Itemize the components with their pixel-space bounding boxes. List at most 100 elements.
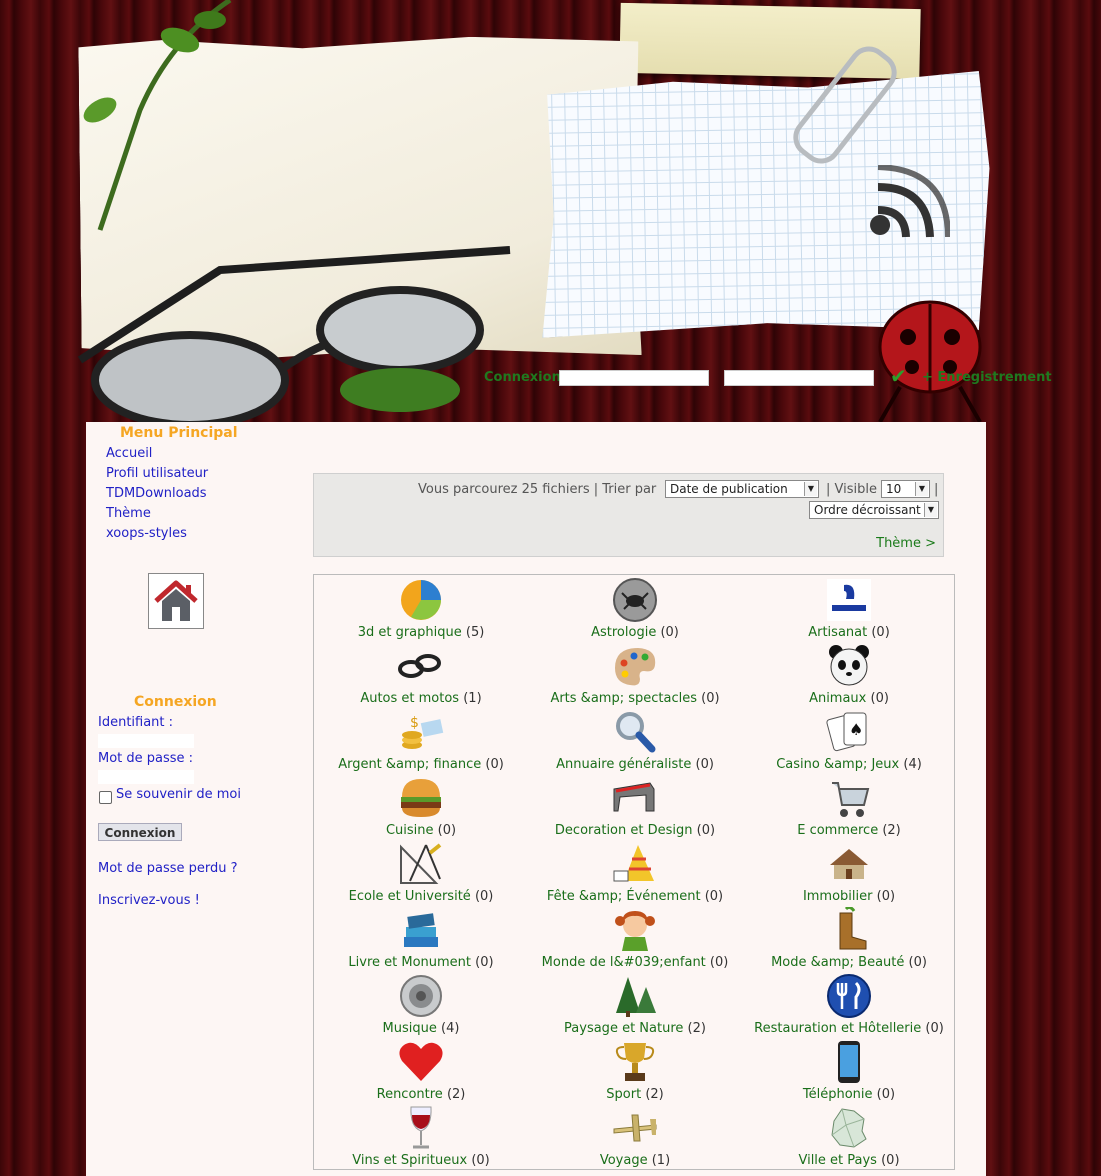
category-label[interactable]: Fête &amp; Événement (0) (528, 889, 742, 904)
category-label[interactable]: 3d et graphique (5) (314, 625, 528, 640)
category-label[interactable]: Vins et Spiritueux (0) (314, 1153, 528, 1168)
category-item[interactable]: 3d et graphique (5) (314, 575, 528, 641)
category-name: Annuaire généraliste (556, 757, 692, 772)
main-menu: Accueil Profil utilisateur TDMDownloads … (106, 444, 208, 544)
header-username-input[interactable] (559, 370, 709, 386)
category-label[interactable]: Voyage (1) (528, 1153, 742, 1168)
category-name: Mode &amp; Beauté (771, 955, 905, 970)
category-label[interactable]: Musique (4) (314, 1021, 528, 1036)
remember-me-checkbox[interactable] (99, 791, 112, 804)
category-item[interactable]: Paysage et Nature (2) (528, 971, 742, 1037)
map-icon (831, 1108, 867, 1148)
category-item[interactable]: Téléphonie (0) (742, 1037, 956, 1103)
category-item[interactable]: E commerce (2) (742, 773, 956, 839)
drawing-tools-icon (400, 843, 442, 884)
order-select[interactable]: Ordre décroissant ▼ (809, 501, 939, 519)
category-item[interactable]: Cuisine (0) (314, 773, 528, 839)
category-label[interactable]: Livre et Monument (0) (314, 955, 528, 970)
category-count: (0) (870, 691, 889, 706)
category-label[interactable]: Immobilier (0) (742, 889, 956, 904)
category-name: Argent &amp; finance (338, 757, 482, 772)
category-label[interactable]: Casino &amp; Jeux (4) (742, 757, 956, 772)
category-label[interactable]: E commerce (2) (742, 823, 956, 838)
category-label[interactable]: Annuaire généraliste (0) (528, 757, 742, 772)
visible-count-select[interactable]: 10 ▼ (881, 480, 930, 498)
category-label[interactable]: Autos et motos (1) (314, 691, 528, 706)
category-item[interactable]: Rencontre (2) (314, 1037, 528, 1103)
category-label[interactable]: Paysage et Nature (2) (528, 1021, 742, 1036)
category-name: Artisanat (808, 625, 868, 640)
category-item[interactable]: Sport (2) (528, 1037, 742, 1103)
category-label[interactable]: Artisanat (0) (742, 625, 956, 640)
category-label[interactable]: Animaux (0) (742, 691, 956, 706)
category-label[interactable]: Sport (2) (528, 1087, 742, 1102)
checkmark-icon[interactable]: ✔ (890, 364, 907, 388)
category-item[interactable]: Astrologie (0) (528, 575, 742, 641)
category-item[interactable]: Vins et Spiritueux (0) (314, 1103, 528, 1169)
password-input[interactable] (98, 770, 194, 784)
header-register-link[interactable]: + Enregistrement (922, 370, 1052, 385)
category-label[interactable]: Téléphonie (0) (742, 1087, 956, 1102)
palette-icon (615, 648, 656, 686)
category-label[interactable]: Astrologie (0) (528, 625, 742, 640)
category-label[interactable]: Ville et Pays (0) (742, 1153, 956, 1168)
menu-link[interactable]: TDMDownloads (106, 486, 207, 501)
category-label[interactable]: Decoration et Design (0) (528, 823, 742, 838)
menu-item-theme[interactable]: Thème (106, 504, 208, 524)
category-item[interactable]: Ecole et Université (0) (314, 839, 528, 905)
login-submit-button[interactable]: Connexion (98, 823, 182, 841)
artisan-logo-icon (827, 579, 871, 621)
category-item[interactable]: ♠ Casino &amp; Jeux (4) (742, 707, 956, 773)
theme-breadcrumb-link[interactable]: Thème > (876, 536, 936, 551)
home-button[interactable] (148, 573, 204, 629)
menu-item-profil[interactable]: Profil utilisateur (106, 464, 208, 484)
category-label[interactable]: Restauration et Hôtellerie (0) (742, 1021, 956, 1036)
menu-item-tdmdownloads[interactable]: TDMDownloads (106, 484, 208, 504)
sort-by-select[interactable]: Date de publication ▼ (665, 480, 819, 498)
category-item[interactable]: Immobilier (0) (742, 839, 956, 905)
menu-link[interactable]: xoops-styles (106, 526, 187, 541)
header-password-input[interactable] (724, 370, 874, 386)
menu-link[interactable]: Accueil (106, 446, 152, 461)
category-item[interactable]: Mode &amp; Beauté (0) (742, 905, 956, 971)
category-label[interactable]: Ecole et Université (0) (314, 889, 528, 904)
category-name: Ecole et Université (348, 889, 471, 904)
visible-label: | Visible (826, 482, 877, 497)
category-count: (2) (687, 1021, 706, 1036)
category-label[interactable]: Cuisine (0) (314, 823, 528, 838)
category-item[interactable]: Livre et Monument (0) (314, 905, 528, 971)
register-link[interactable]: Inscrivez-vous ! (98, 893, 200, 908)
category-item[interactable]: Annuaire généraliste (0) (528, 707, 742, 773)
category-item[interactable]: $ Argent &amp; finance (0) (314, 707, 528, 773)
category-item[interactable]: Ville et Pays (0) (742, 1103, 956, 1169)
category-item[interactable]: Restauration et Hôtellerie (0) (742, 971, 956, 1037)
category-item[interactable]: Monde de l&#039;enfant (0) (528, 905, 742, 971)
category-item[interactable]: Animaux (0) (742, 641, 956, 707)
category-item[interactable]: Artisanat (0) (742, 575, 956, 641)
category-count: (4) (903, 757, 922, 772)
menu-item-accueil[interactable]: Accueil (106, 444, 208, 464)
category-item[interactable]: Autos et motos (1) (314, 641, 528, 707)
category-item[interactable]: Voyage (1) (528, 1103, 742, 1169)
category-count: (0) (925, 1021, 944, 1036)
category-label[interactable]: Arts &amp; spectacles (0) (528, 691, 742, 706)
fork-knife-icon (827, 974, 871, 1018)
category-name: Ville et Pays (798, 1153, 877, 1168)
dropdown-arrow-icon: ▼ (915, 482, 928, 496)
category-label[interactable]: Argent &amp; finance (0) (314, 757, 528, 772)
category-item[interactable]: Arts &amp; spectacles (0) (528, 641, 742, 707)
category-name: Immobilier (802, 889, 873, 904)
category-item[interactable]: Fête &amp; Événement (0) (528, 839, 742, 905)
speaker-icon (400, 975, 442, 1017)
menu-link[interactable]: Profil utilisateur (106, 466, 208, 481)
category-label[interactable]: Rencontre (2) (314, 1087, 528, 1102)
menu-link[interactable]: Thème (106, 506, 151, 521)
category-label[interactable]: Monde de l&#039;enfant (0) (528, 955, 742, 970)
category-item[interactable]: Decoration et Design (0) (528, 773, 742, 839)
menu-item-xoops-styles[interactable]: xoops-styles (106, 524, 208, 544)
category-item[interactable]: Musique (4) (314, 971, 528, 1037)
category-label[interactable]: Mode &amp; Beauté (0) (742, 955, 956, 970)
username-input[interactable] (98, 734, 194, 748)
browse-count-text: Vous parcourez 25 fichiers | Trier par (418, 482, 657, 497)
lost-password-link[interactable]: Mot de passe perdu ? (98, 861, 238, 876)
